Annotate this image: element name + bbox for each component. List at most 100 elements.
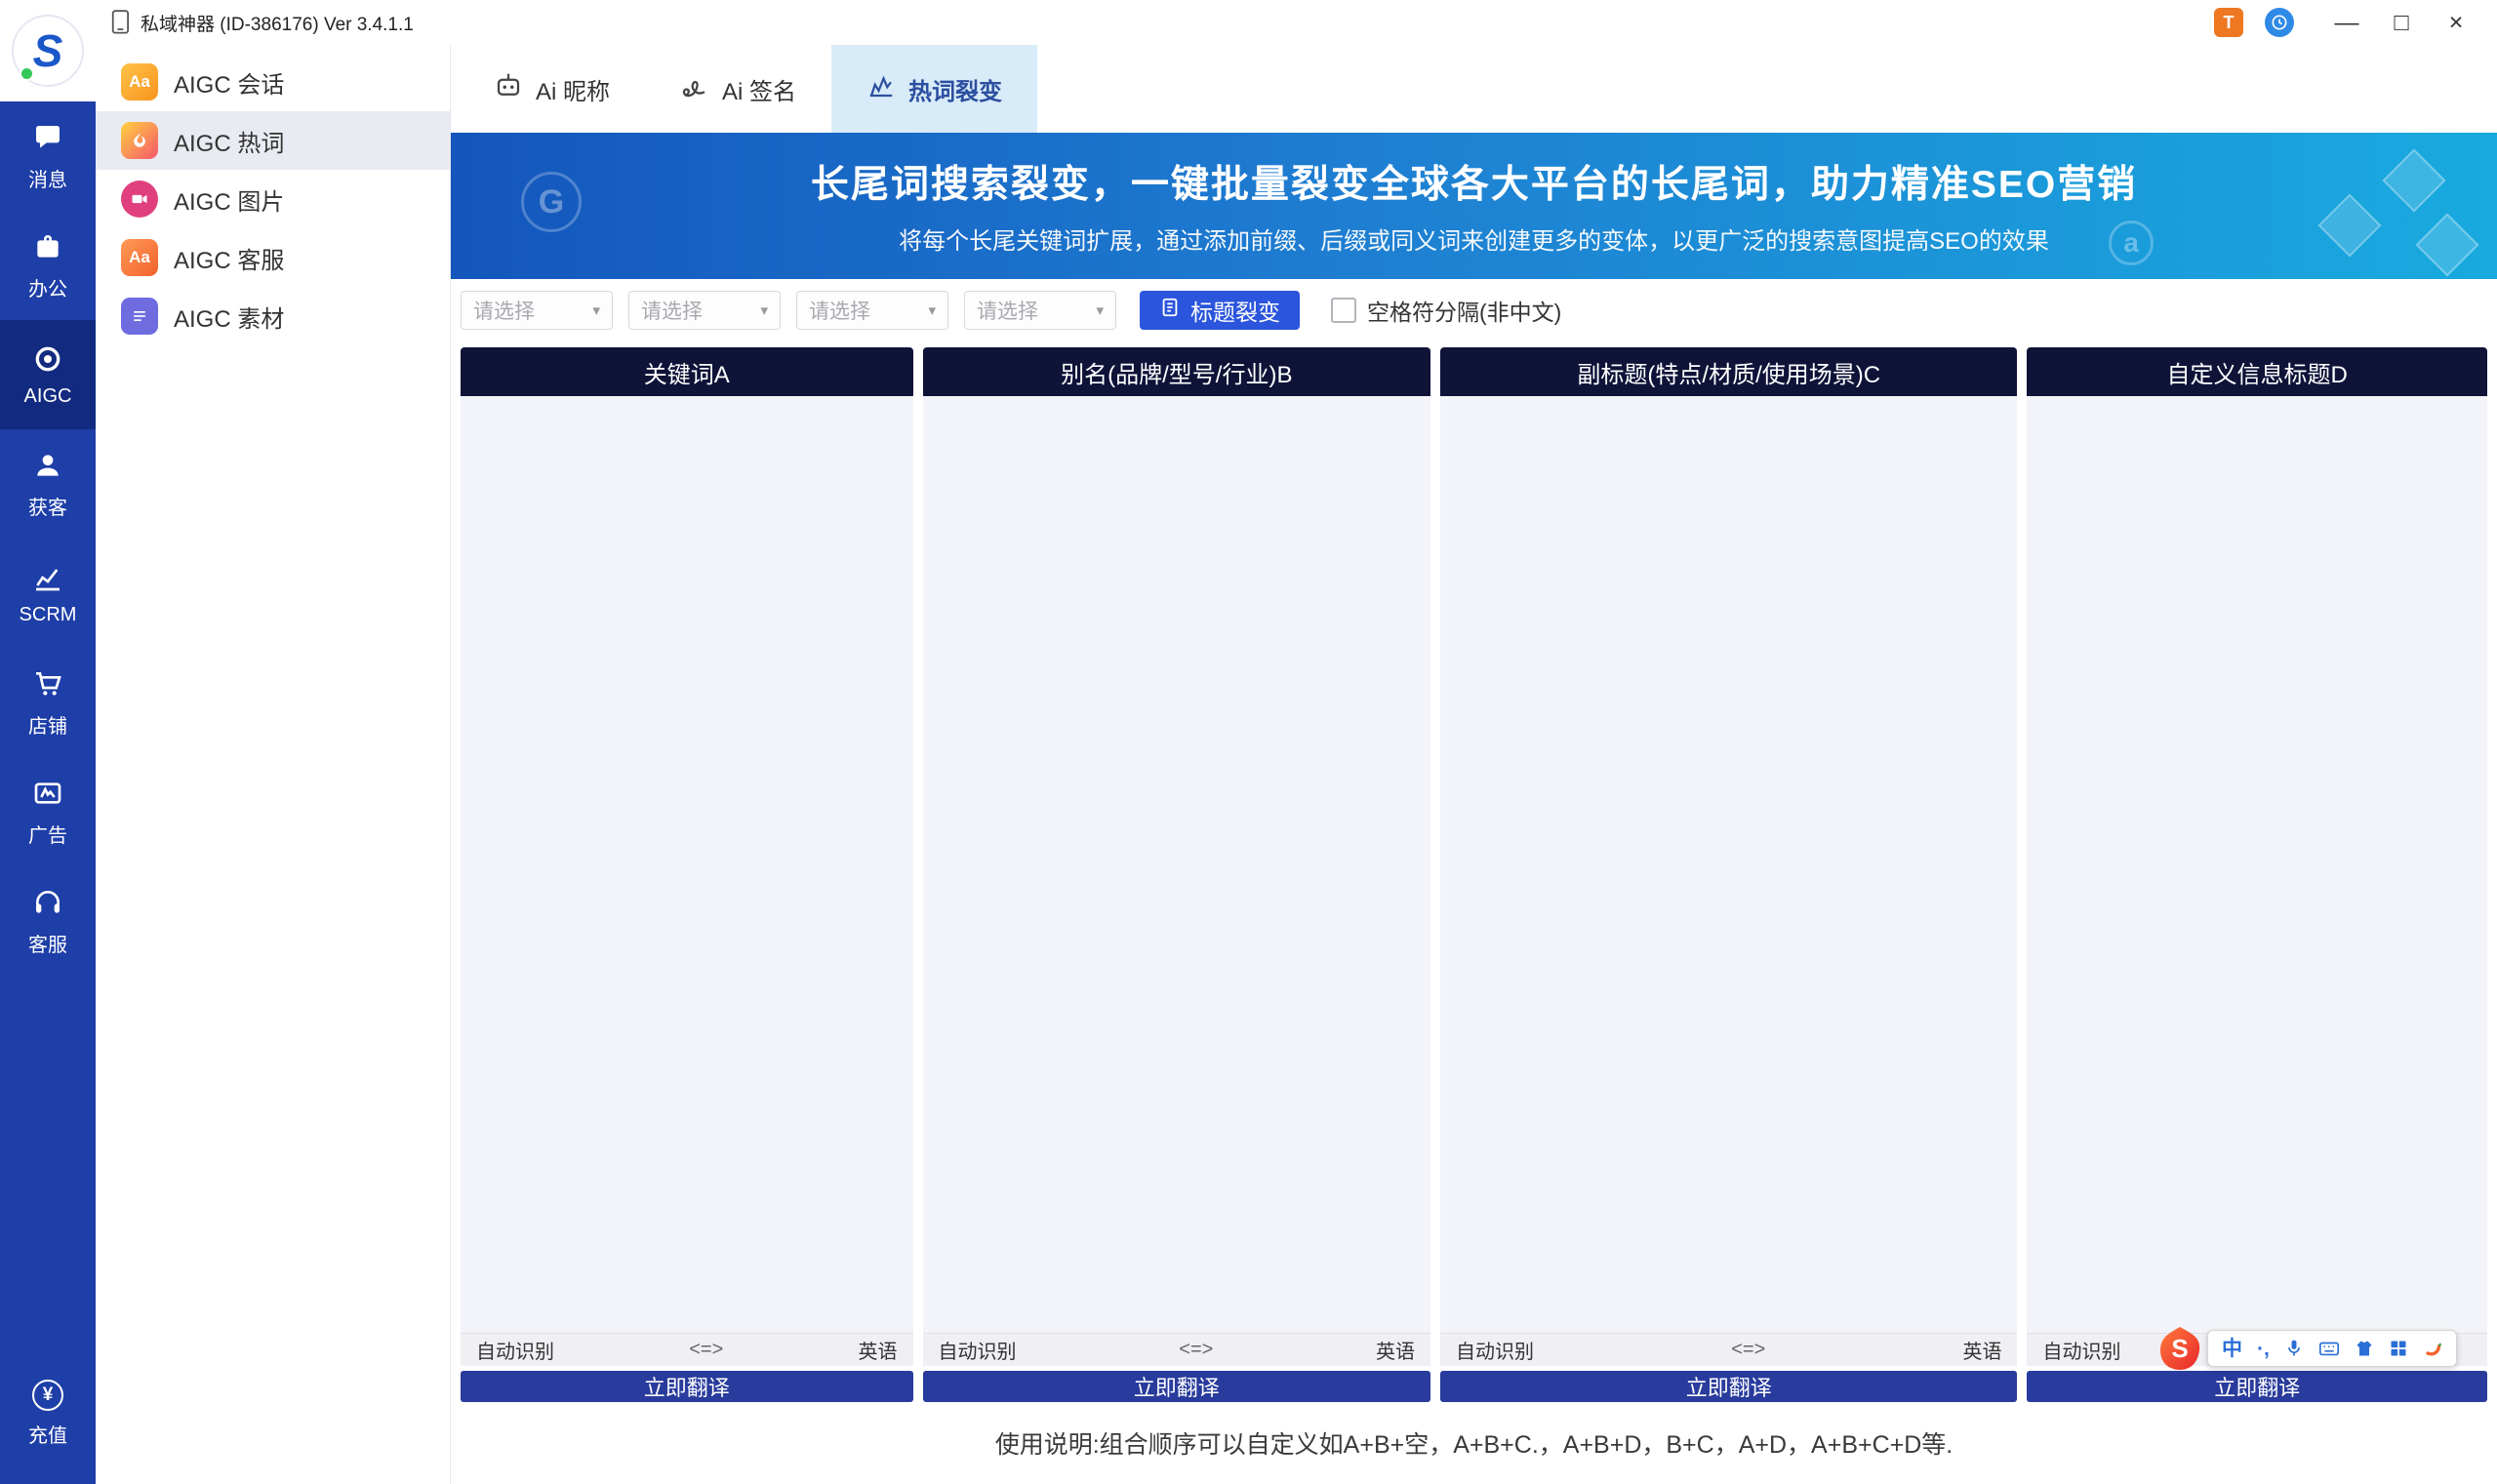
select-value: 请选择	[809, 296, 870, 325]
tab-ai-nickname[interactable]: Ai 昵称	[459, 45, 645, 133]
column-custom-d: 自定义信息标题D 自动识别 立即翻译	[2027, 347, 2487, 1402]
language-row: 自动识别 <=> 英语	[461, 1333, 913, 1366]
keyboard-icon[interactable]	[2318, 1338, 2340, 1359]
rail-item-leads[interactable]: 获客	[0, 429, 96, 539]
window-title: 私域神器 (ID-386176) Ver 3.4.1.1	[141, 10, 414, 36]
rail-item-label: 充值	[28, 1420, 67, 1448]
trend-chart-icon	[866, 71, 896, 107]
sidebar-item-aigc-image[interactable]: AIGC 图片	[96, 170, 450, 228]
rail-item-support[interactable]: 客服	[0, 866, 96, 976]
sidebar: Aa AIGC 会话 AIGC 热词 AIGC 图片 Aa	[96, 45, 451, 1484]
microphone-icon[interactable]	[2284, 1339, 2304, 1358]
logo-letter: S	[33, 24, 63, 77]
swap-languages-icon[interactable]: <=>	[689, 1339, 723, 1361]
chart-icon	[30, 560, 65, 595]
pepper-icon[interactable]	[2423, 1339, 2442, 1358]
column-alias-b: 别名(品牌/型号/行业)B 自动识别 <=> 英语 立即翻译	[923, 347, 1430, 1402]
rail-item-label: 办公	[28, 273, 67, 301]
source-language[interactable]: 自动识别	[476, 1336, 554, 1364]
subtitle-c-input[interactable]	[1440, 396, 2017, 1333]
sidebar-item-label: AIGC 客服	[174, 241, 284, 275]
source-language[interactable]: 自动识别	[1456, 1336, 1534, 1364]
language-row: 自动识别 <=> 英语	[923, 1333, 1430, 1366]
rail-item-label: 消息	[28, 164, 67, 192]
target-language[interactable]: 英语	[1962, 1336, 2001, 1364]
column-header: 关键词A	[461, 347, 913, 396]
filter-select-2[interactable]: 请选择 ▾	[628, 291, 781, 330]
rail-item-label: 客服	[28, 929, 67, 957]
t-badge-icon[interactable]: T	[2214, 8, 2243, 37]
translate-button[interactable]: 立即翻译	[923, 1371, 1430, 1402]
alias-b-input[interactable]	[923, 396, 1430, 1333]
custom-d-input[interactable]	[2027, 396, 2487, 1333]
skin-shirt-icon[interactable]	[2355, 1339, 2374, 1358]
ime-punctuation-mode[interactable]: ·,	[2257, 1339, 2270, 1359]
close-button[interactable]: ×	[2429, 2, 2483, 43]
column-header: 副标题(特点/材质/使用场景)C	[1440, 347, 2017, 396]
minimize-button[interactable]: —	[2319, 2, 2374, 43]
signature-pen-icon	[680, 71, 709, 107]
source-language[interactable]: 自动识别	[2042, 1336, 2120, 1364]
sidebar-item-aigc-hotword[interactable]: AIGC 热词	[96, 111, 450, 170]
filter-select-3[interactable]: 请选择 ▾	[796, 291, 948, 330]
filter-select-4[interactable]: 请选择 ▾	[964, 291, 1116, 330]
rail-item-recharge[interactable]: ¥ 充值	[0, 1359, 96, 1468]
rail-item-label: 获客	[28, 492, 67, 520]
rail-item-aigc[interactable]: AIGC	[0, 320, 96, 429]
translate-button[interactable]: 立即翻译	[461, 1371, 913, 1402]
online-status-dot	[20, 66, 34, 81]
banner-subtitle: 将每个长尾关键词扩展，通过添加前缀、后缀或同义词来创建更多的变体，以更广泛的搜索…	[451, 221, 2497, 256]
space-separator-option: 空格符分隔(非中文)	[1331, 294, 1561, 327]
column-body	[2027, 396, 2487, 1333]
tab-ai-signature[interactable]: Ai 签名	[645, 45, 831, 133]
ad-board-icon	[30, 776, 65, 811]
yuan-icon: ¥	[32, 1380, 63, 1411]
ime-bar: 中 ·,	[2207, 1330, 2457, 1367]
alarm-clock-icon[interactable]	[2265, 8, 2294, 37]
sogou-logo-icon[interactable]: S	[2156, 1325, 2203, 1372]
app-window: S 消息 办公 AIGC 获客	[0, 0, 2497, 1484]
rail-item-office[interactable]: 办公	[0, 211, 96, 320]
rail-item-scrm[interactable]: SCRM	[0, 539, 96, 648]
filter-row: 请选择 ▾ 请选择 ▾ 请选择 ▾ 请选择 ▾	[451, 279, 2497, 341]
column-header: 自定义信息标题D	[2027, 347, 2487, 396]
select-value: 请选择	[473, 296, 535, 325]
rail-item-label: 广告	[28, 820, 67, 848]
space-separator-label: 空格符分隔(非中文)	[1367, 294, 1561, 327]
title-split-button[interactable]: 标题裂变	[1140, 291, 1300, 330]
sidebar-item-aigc-session[interactable]: Aa AIGC 会话	[96, 53, 450, 111]
swap-languages-icon[interactable]: <=>	[1179, 1339, 1213, 1361]
ime-language-mode[interactable]: 中	[2222, 1339, 2242, 1359]
nav-rail: S 消息 办公 AIGC 获客	[0, 0, 96, 1484]
target-language[interactable]: 英语	[859, 1336, 898, 1364]
tab-hotword-split[interactable]: 热词裂变	[831, 45, 1037, 133]
rail-item-label: AIGC	[24, 385, 72, 408]
sidebar-item-aigc-material[interactable]: AIGC 素材	[96, 287, 450, 345]
toolbox-grid-icon[interactable]	[2389, 1339, 2408, 1358]
app-logo: S	[0, 0, 96, 101]
maximize-button[interactable]: □	[2374, 2, 2429, 43]
translate-button[interactable]: 立即翻译	[2027, 1371, 2487, 1402]
flame-icon	[121, 122, 158, 159]
translate-button[interactable]: 立即翻译	[1440, 1371, 2017, 1402]
target-language[interactable]: 英语	[1376, 1336, 1415, 1364]
sidebar-item-aigc-service[interactable]: Aa AIGC 客服	[96, 228, 450, 287]
column-subtitle-c: 副标题(特点/材质/使用场景)C 自动识别 <=> 英语 立即翻译	[1440, 347, 2017, 1402]
keyword-a-input[interactable]	[461, 396, 913, 1333]
rail-item-shop[interactable]: 店铺	[0, 648, 96, 757]
column-body	[1440, 396, 2017, 1333]
rail-item-messages[interactable]: 消息	[0, 101, 96, 211]
sidebar-item-label: AIGC 热词	[174, 124, 284, 158]
rail-item-ads[interactable]: 广告	[0, 757, 96, 866]
column-body	[923, 396, 1430, 1333]
swap-languages-icon[interactable]: <=>	[1731, 1339, 1765, 1361]
usage-instructions: 使用说明:组合顺序可以自定义如A+B+空，A+B+C.，A+B+D，B+C，A+…	[451, 1402, 2497, 1484]
tab-label: Ai 签名	[722, 72, 796, 106]
titlebar: 私域神器 (ID-386176) Ver 3.4.1.1 T — □ ×	[96, 0, 2497, 45]
source-language[interactable]: 自动识别	[939, 1336, 1017, 1364]
sidebar-item-label: AIGC 素材	[174, 300, 284, 334]
aa-badge-icon: Aa	[121, 239, 158, 276]
space-separator-checkbox[interactable]	[1331, 298, 1356, 323]
filter-select-1[interactable]: 请选择 ▾	[461, 291, 613, 330]
aa-badge-icon: Aa	[121, 63, 158, 100]
